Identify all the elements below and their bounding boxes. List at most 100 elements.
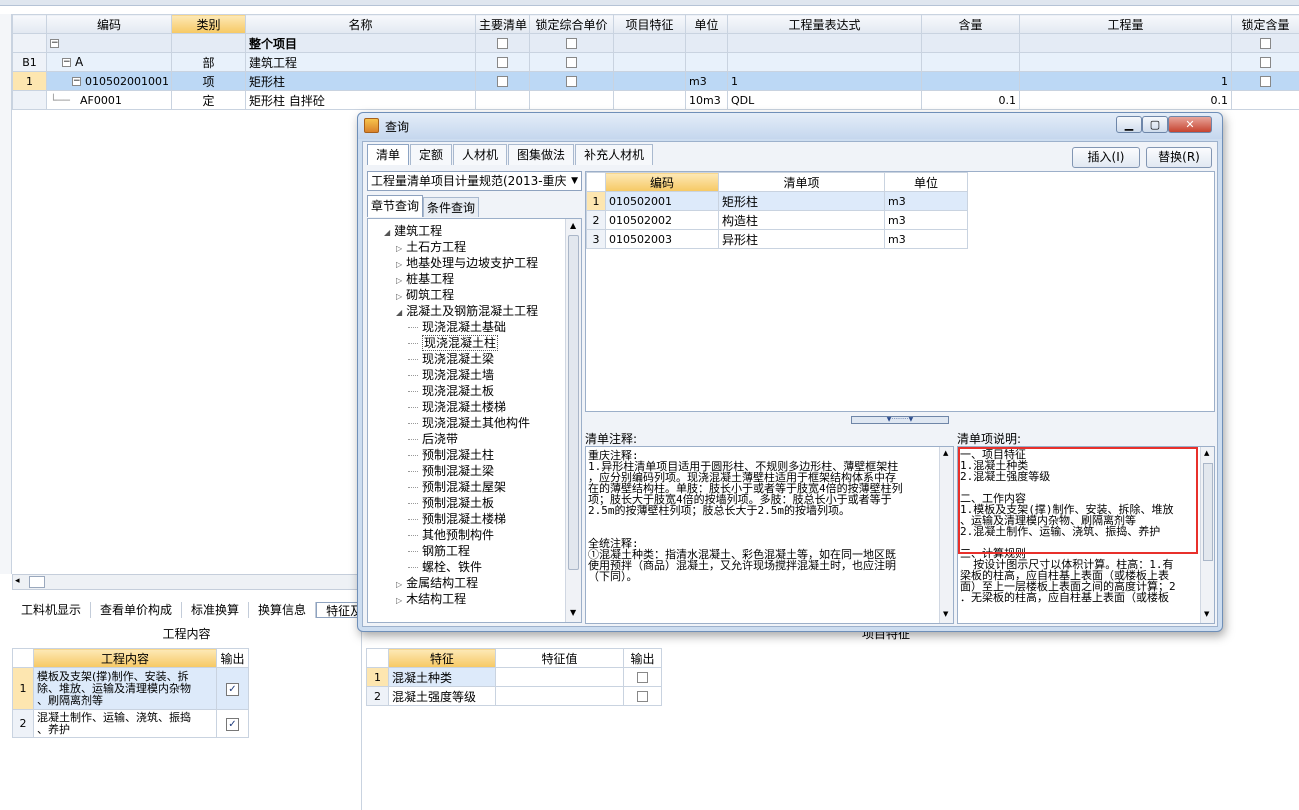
tree-item[interactable]: ◢ 混凝土及钢筋混凝土工程 xyxy=(396,303,538,319)
tab-chapter-query[interactable]: 章节查询 xyxy=(367,195,424,217)
tab-quota[interactable]: 定额 xyxy=(410,144,453,165)
feature-value-cell[interactable] xyxy=(495,667,624,687)
replace-button[interactable]: 替换(R) xyxy=(1146,147,1212,168)
description-scrollbar[interactable]: ▲ ▼ xyxy=(1200,447,1214,623)
tab-labor-material[interactable]: 人材机 xyxy=(453,144,508,165)
tree-item[interactable]: ▷ 砌筑工程 xyxy=(396,287,454,303)
tree-item[interactable]: 现浇混凝土柱 xyxy=(408,335,499,351)
feature-value-cell[interactable] xyxy=(495,686,624,706)
tree-item[interactable]: 现浇混凝土基础 xyxy=(408,319,506,335)
scroll-left-icon[interactable]: ◂ xyxy=(15,576,20,586)
tree-item[interactable]: ▷ 地基处理与边坡支护工程 xyxy=(396,255,538,271)
col-bill-item[interactable]: 清单项 xyxy=(718,172,885,192)
tree-item[interactable]: 预制混凝土梁 xyxy=(408,463,494,479)
tree-expanded-icon[interactable]: ◢ xyxy=(396,308,402,317)
horizontal-scrollbar[interactable]: ◂ xyxy=(12,574,358,590)
tab-materials[interactable]: 工料机显示 xyxy=(12,602,92,618)
tree-item[interactable]: 现浇混凝土板 xyxy=(408,383,494,399)
tab-bill[interactable]: 清单 xyxy=(367,144,410,165)
tree-item[interactable]: 预制混凝土楼梯 xyxy=(408,511,506,527)
tree-collapsed-icon[interactable]: ▷ xyxy=(396,276,402,285)
col-main-bill[interactable]: 主要清单 xyxy=(475,14,530,34)
checkbox[interactable] xyxy=(497,57,508,68)
table-row[interactable]: 2 010502002 构造柱 m3 xyxy=(586,210,968,230)
checkbox[interactable] xyxy=(637,672,648,683)
tree-item[interactable]: ▷ 土石方工程 xyxy=(396,239,466,255)
minimize-icon[interactable]: ▁ xyxy=(1116,116,1142,133)
table-row[interactable]: 1 混凝土种类 xyxy=(366,667,662,687)
checkbox-checked[interactable]: ✓ xyxy=(226,683,239,697)
tab-condition-query[interactable]: 条件查询 xyxy=(423,197,480,217)
col-lock-price[interactable]: 锁定综合单价 xyxy=(529,14,614,34)
col-unit[interactable]: 单位 xyxy=(685,14,728,34)
table-row[interactable]: └── AF0001 定 矩形柱 自拌砼 10m3 QDL 0.1 0.1 xyxy=(12,90,1299,110)
tree-item[interactable]: 螺栓、铁件 xyxy=(408,559,482,575)
col-name[interactable]: 名称 xyxy=(245,14,476,34)
tree-item[interactable]: 钢筋工程 xyxy=(408,543,470,559)
scroll-up-icon[interactable]: ▲ xyxy=(570,221,576,230)
tree-item[interactable]: ▷ 金属结构工程 xyxy=(396,575,478,591)
table-row[interactable]: − 整个项目 xyxy=(12,33,1299,53)
maximize-icon[interactable]: ▢ xyxy=(1142,116,1168,133)
tree-item[interactable]: ▷ 桩基工程 xyxy=(396,271,454,287)
notes-scrollbar[interactable]: ▲ ▼ xyxy=(939,447,953,623)
collapse-icon[interactable]: − xyxy=(50,39,59,48)
col-feature[interactable]: 项目特征 xyxy=(613,14,686,34)
col-expr[interactable]: 工程量表达式 xyxy=(727,14,922,34)
checkbox[interactable] xyxy=(566,76,577,87)
col-unit[interactable]: 单位 xyxy=(884,172,968,192)
col-lock-content[interactable]: 锁定含量 xyxy=(1231,14,1299,34)
scroll-thumb[interactable] xyxy=(29,576,45,588)
table-row[interactable]: 2 混凝土制作、运输、浇筑、振捣 、养护 ✓ xyxy=(12,709,249,738)
tree-item[interactable]: 后浇带 xyxy=(408,431,458,447)
tree-item[interactable]: 预制混凝土柱 xyxy=(408,447,494,463)
tree-item[interactable]: ◢ 建筑工程 xyxy=(384,223,442,239)
tree-item[interactable]: 其他预制构件 xyxy=(408,527,494,543)
tree-item[interactable]: ▷ 木结构工程 xyxy=(396,591,466,607)
splitter-handle[interactable]: ▼·········▼ xyxy=(851,416,949,424)
collapse-icon[interactable]: − xyxy=(62,58,71,67)
col-code[interactable]: 编码 xyxy=(46,14,172,34)
scroll-down-icon[interactable]: ▼ xyxy=(1204,610,1209,618)
tree-collapsed-icon[interactable]: ▷ xyxy=(396,292,402,301)
checkbox[interactable] xyxy=(1260,38,1271,49)
col-type[interactable]: 类别 xyxy=(171,14,246,34)
tree-collapsed-icon[interactable]: ▷ xyxy=(396,596,402,605)
tab-atlas[interactable]: 图集做法 xyxy=(508,144,575,165)
checkbox[interactable] xyxy=(497,76,508,87)
chevron-down-icon[interactable]: ▼ xyxy=(571,172,578,190)
tree-item[interactable]: 预制混凝土板 xyxy=(408,495,494,511)
checkbox[interactable] xyxy=(566,57,577,68)
col-code[interactable]: 编码 xyxy=(605,172,719,192)
collapse-icon[interactable]: − xyxy=(72,77,81,86)
tab-conversion-info[interactable]: 换算信息 xyxy=(249,602,317,618)
checkbox[interactable] xyxy=(1260,76,1271,87)
table-row[interactable]: B1 − A 部 建筑工程 xyxy=(12,52,1299,72)
tree-item[interactable]: 现浇混凝土墙 xyxy=(408,367,494,383)
tab-supplement[interactable]: 补充人材机 xyxy=(575,144,654,165)
tree-item[interactable]: 现浇混凝土梁 xyxy=(408,351,494,367)
checkbox[interactable] xyxy=(637,691,648,702)
checkbox[interactable] xyxy=(1260,57,1271,68)
table-row-selected[interactable]: 1 010502001 矩形柱 m3 xyxy=(586,191,968,211)
tab-unit-price[interactable]: 查看单价构成 xyxy=(91,602,183,618)
table-row[interactable]: 2 混凝土强度等级 xyxy=(366,686,662,706)
table-row[interactable]: 3 010502003 异形柱 m3 xyxy=(586,229,968,249)
table-row-selected[interactable]: 1 −010502001001 项 矩形柱 m3 1 1 xyxy=(12,71,1299,91)
tree-vertical-scrollbar[interactable]: ▲ ▼ xyxy=(565,219,581,622)
checkbox-checked[interactable]: ✓ xyxy=(226,718,239,732)
scroll-up-icon[interactable]: ▲ xyxy=(1204,449,1209,457)
tree-item[interactable]: 现浇混凝土楼梯 xyxy=(408,399,506,415)
tree-item[interactable]: 预制混凝土屋架 xyxy=(408,479,506,495)
insert-button[interactable]: 插入(I) xyxy=(1072,147,1140,168)
scroll-down-icon[interactable]: ▼ xyxy=(570,608,576,617)
scroll-thumb[interactable] xyxy=(1203,463,1213,561)
col-qty[interactable]: 工程量 xyxy=(1019,14,1232,34)
tab-standard-conversion[interactable]: 标准换算 xyxy=(182,602,250,618)
tree-collapsed-icon[interactable]: ▷ xyxy=(396,580,402,589)
dialog-titlebar[interactable]: 查询 ▁ ▢ ✕ xyxy=(358,113,1222,139)
table-row[interactable]: 1 模板及支架(撑)制作、安装、拆 除、堆放、运输及清理模内杂物 、刷隔离剂等 ✓ xyxy=(12,667,249,710)
scroll-up-icon[interactable]: ▲ xyxy=(943,449,948,457)
tree-expanded-icon[interactable]: ◢ xyxy=(384,228,390,237)
col-content[interactable]: 含量 xyxy=(921,14,1020,34)
